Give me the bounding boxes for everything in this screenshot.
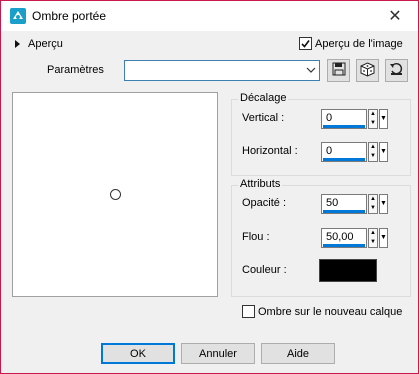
image-preview-checkbox-row[interactable]: Aperçu de l'image xyxy=(299,37,403,50)
reset-preset-button[interactable] xyxy=(385,59,408,82)
horizontal-label: Horizontal : xyxy=(242,145,298,157)
reset-icon xyxy=(389,62,404,80)
chevron-down-icon xyxy=(306,65,316,75)
blur-label: Flou : xyxy=(242,231,270,243)
help-button-label: Aide xyxy=(286,347,310,360)
vertical-spinbox[interactable]: 0 ▲ ▼ ▼ xyxy=(321,109,388,129)
image-preview-checkbox[interactable] xyxy=(299,37,312,50)
preview-toggle[interactable]: Aperçu xyxy=(11,36,63,52)
blur-spinbox[interactable]: 50,00 ▲ ▼ ▼ xyxy=(321,228,388,248)
vertical-stepper[interactable]: ▲ ▼ xyxy=(368,109,378,129)
horizontal-dropdown[interactable]: ▼ xyxy=(379,142,388,162)
horizontal-spinbox[interactable]: 0 ▲ ▼ ▼ xyxy=(321,142,388,162)
save-preset-button[interactable] xyxy=(327,59,350,82)
ok-button[interactable]: OK xyxy=(101,343,175,364)
title-bar: Ombre portée ✕ xyxy=(1,1,418,31)
image-preview-label: Aperçu de l'image xyxy=(315,37,403,50)
params-label: Paramètres xyxy=(47,64,104,76)
preview-pane[interactable] xyxy=(12,92,218,297)
opacity-spinbox[interactable]: 50 ▲ ▼ ▼ xyxy=(321,194,388,214)
close-icon: ✕ xyxy=(388,8,402,25)
preview-toggle-label: Aperçu xyxy=(28,38,63,50)
blur-dropdown[interactable]: ▼ xyxy=(379,228,388,248)
dice-icon xyxy=(360,61,375,80)
horizontal-slider-bar[interactable] xyxy=(323,158,365,161)
blur-slider-bar[interactable] xyxy=(323,244,365,247)
vertical-slider-bar[interactable] xyxy=(323,125,365,128)
blur-stepper[interactable]: ▲ ▼ xyxy=(368,228,378,248)
opacity-stepper[interactable]: ▲ ▼ xyxy=(368,194,378,214)
app-icon xyxy=(9,7,27,25)
attributes-group-title: Attributs xyxy=(238,178,283,190)
new-layer-label: Ombre sur le nouveau calque xyxy=(258,305,403,318)
vertical-dropdown[interactable]: ▼ xyxy=(379,109,388,129)
preview-marker[interactable] xyxy=(110,189,121,200)
vertical-label: Vertical : xyxy=(242,112,285,124)
opacity-label: Opacité : xyxy=(242,197,287,209)
color-label: Couleur : xyxy=(242,264,287,276)
close-button[interactable]: ✕ xyxy=(372,1,418,31)
params-combo[interactable] xyxy=(124,60,320,81)
cancel-button-label: Annuler xyxy=(199,347,237,360)
cancel-button[interactable]: Annuler xyxy=(181,343,255,364)
new-layer-checkbox[interactable] xyxy=(242,305,255,318)
offset-group-title: Décalage xyxy=(238,92,289,104)
expand-triangle-icon xyxy=(15,40,20,48)
new-layer-checkbox-row[interactable]: Ombre sur le nouveau calque xyxy=(242,305,402,318)
opacity-dropdown[interactable]: ▼ xyxy=(379,194,388,214)
random-preset-button[interactable] xyxy=(356,59,379,82)
save-icon xyxy=(332,62,346,79)
help-button[interactable]: Aide xyxy=(261,343,335,364)
ok-button-label: OK xyxy=(130,347,146,360)
dialog-window: Ombre portée ✕ Aperçu Aperçu de l'image … xyxy=(0,0,419,374)
window-title: Ombre portée xyxy=(32,9,107,23)
horizontal-stepper[interactable]: ▲ ▼ xyxy=(368,142,378,162)
opacity-slider-bar[interactable] xyxy=(323,210,365,213)
color-swatch[interactable] xyxy=(319,259,377,282)
